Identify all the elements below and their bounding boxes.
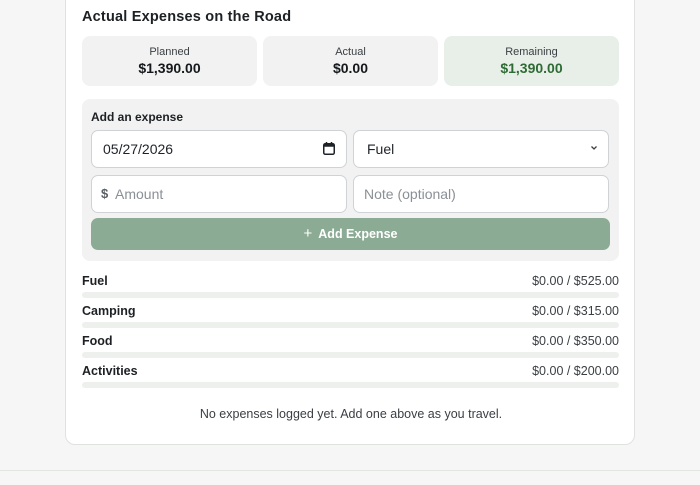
category-row-food: Food $0.00 / $350.00 xyxy=(82,334,619,358)
note-placeholder: Note (optional) xyxy=(364,186,456,202)
currency-symbol: $ xyxy=(101,186,109,201)
form-title: Add an expense xyxy=(91,110,184,124)
footer-divider xyxy=(0,470,700,471)
expenses-card: Actual Expenses on the Road Planned $1,3… xyxy=(65,0,635,445)
add-expense-label: Add Expense xyxy=(318,227,398,241)
category-progress-bar xyxy=(82,292,619,298)
actual-value: $0.00 xyxy=(332,60,369,76)
category-row-camping: Camping $0.00 / $315.00 xyxy=(82,304,619,328)
category-name: Fuel xyxy=(82,274,108,288)
category-row-activities: Activities $0.00 / $200.00 xyxy=(82,364,619,388)
date-value: 05/27/2026 xyxy=(103,141,174,157)
section-title: Actual Expenses on the Road xyxy=(82,9,292,25)
actual-label: Actual xyxy=(335,46,366,58)
remaining-value: $1,390.00 xyxy=(500,60,563,76)
category-name: Camping xyxy=(82,304,136,318)
chevron-down-icon xyxy=(591,146,597,150)
category-amount: $0.00 / $525.00 xyxy=(532,274,619,288)
category-row-fuel: Fuel $0.00 / $525.00 xyxy=(82,274,619,298)
date-input[interactable]: 05/27/2026 xyxy=(91,130,347,168)
actual-box: Actual $0.00 xyxy=(263,36,438,86)
add-expense-button[interactable]: + Add Expense xyxy=(91,218,610,250)
summary-row: Planned $1,390.00 Actual $0.00 Remaining… xyxy=(82,36,619,86)
category-progress-bar xyxy=(82,352,619,358)
category-name: Food xyxy=(82,334,113,348)
category-amount: $0.00 / $200.00 xyxy=(532,364,619,378)
category-amount: $0.00 / $315.00 xyxy=(532,304,619,318)
planned-label: Planned xyxy=(149,46,190,58)
category-select[interactable]: Fuel xyxy=(353,130,609,168)
planned-value: $1,390.00 xyxy=(138,60,201,76)
remaining-label: Remaining xyxy=(505,46,558,58)
category-value: Fuel xyxy=(367,141,395,157)
planned-box: Planned $1,390.00 xyxy=(82,36,257,86)
plus-icon: + xyxy=(303,225,313,242)
add-expense-form: Add an expense 05/27/2026 Fuel $ Amount … xyxy=(82,99,619,261)
amount-placeholder: Amount xyxy=(115,186,164,202)
category-name: Activities xyxy=(82,364,138,378)
category-amount: $0.00 / $350.00 xyxy=(532,334,619,348)
category-progress-bar xyxy=(82,382,619,388)
amount-input[interactable]: $ Amount xyxy=(91,175,347,213)
empty-state-message: No expenses logged yet. Add one above as… xyxy=(199,407,503,421)
category-progress-bar xyxy=(82,322,619,328)
calendar-icon[interactable] xyxy=(323,142,335,155)
remaining-box: Remaining $1,390.00 xyxy=(444,36,619,86)
note-input[interactable]: Note (optional) xyxy=(353,175,609,213)
